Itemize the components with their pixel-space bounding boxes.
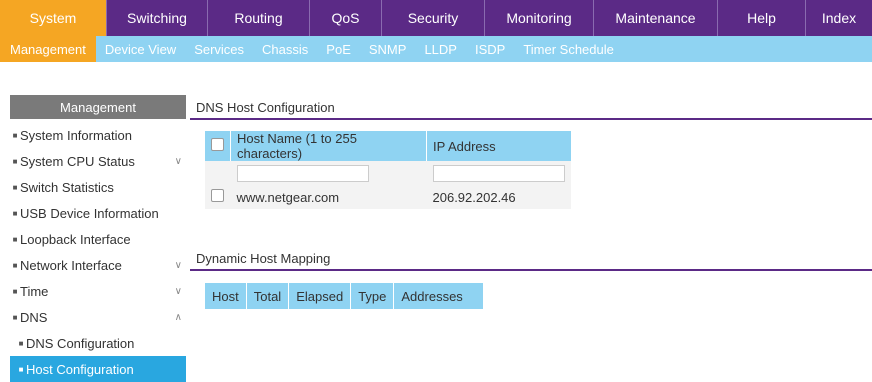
column-header-total: Total (246, 283, 290, 309)
chevron-up-icon[interactable]: ∧ (175, 312, 182, 323)
select-all-cell (205, 131, 231, 161)
tab-index[interactable]: Index (806, 0, 872, 36)
tab-qos[interactable]: QoS (310, 0, 382, 36)
subnav-lldp[interactable]: LLDP (415, 36, 466, 62)
row-checkbox[interactable] (211, 189, 224, 202)
sidebar-item-label: DNS (20, 309, 48, 325)
table-header-row: Host Total Elapsed Type Addresses (205, 283, 483, 309)
sidebar-item-switch-statistics[interactable]: ■ Switch Statistics (10, 174, 186, 200)
chevron-down-icon[interactable]: ∨ (175, 156, 182, 167)
ip-address-input[interactable] (432, 164, 565, 182)
sidebar-title: Management (10, 95, 186, 119)
tab-maintenance[interactable]: Maintenance (594, 0, 718, 36)
sidebar-item-dns[interactable]: ■ DNS ∧ (10, 304, 186, 330)
subnav-timer-schedule[interactable]: Timer Schedule (514, 36, 623, 62)
sidebar-item-label: Switch Statistics (20, 179, 114, 195)
bullet-icon: ■ (18, 338, 24, 348)
bullet-icon: ■ (12, 208, 18, 218)
column-header-host-name: Host Name (1 to 255 characters) (230, 131, 427, 161)
tab-monitoring[interactable]: Monitoring (485, 0, 594, 36)
subnav-management[interactable]: Management (0, 36, 96, 62)
host-name-cell: www.netgear.com (230, 185, 427, 209)
sidebar-item-network-interface[interactable]: ■ Network Interface ∨ (10, 252, 186, 278)
chevron-down-icon[interactable]: ∨ (175, 286, 182, 297)
column-header-host: Host (205, 283, 247, 309)
input-row-checkbox-cell (205, 161, 231, 185)
column-header-ip-address: IP Address (426, 131, 571, 161)
host-name-input-cell (230, 161, 427, 185)
sidebar-item-system-cpu-status[interactable]: ■ System CPU Status ∨ (10, 148, 186, 174)
table-header-row: Host Name (1 to 255 characters) IP Addre… (205, 131, 571, 161)
select-all-checkbox[interactable] (211, 138, 224, 151)
sidebar-item-system-information[interactable]: ■ System Information (10, 122, 186, 148)
subnav-poe[interactable]: PoE (317, 36, 360, 62)
sidebar-item-time[interactable]: ■ Time ∨ (10, 278, 186, 304)
subnav-snmp[interactable]: SNMP (360, 36, 416, 62)
sidebar: Management ■ System Information ■ System… (10, 95, 186, 382)
bullet-icon: ■ (12, 286, 18, 296)
dynamic-host-title: Dynamic Host Mapping (196, 251, 331, 266)
subnav-isdp[interactable]: ISDP (466, 36, 514, 62)
dns-host-title: DNS Host Configuration (196, 100, 335, 115)
sidebar-item-label: Loopback Interface (20, 231, 131, 247)
bullet-icon: ■ (12, 130, 18, 140)
sidebar-item-loopback-interface[interactable]: ■ Loopback Interface (10, 226, 186, 252)
tab-system[interactable]: System (0, 0, 107, 36)
sub-nav: Management Device View Services Chassis … (0, 36, 872, 62)
sidebar-item-host-configuration[interactable]: ■ Host Configuration (10, 356, 186, 382)
subnav-chassis[interactable]: Chassis (253, 36, 317, 62)
input-row (205, 161, 571, 185)
sidebar-item-label: Host Configuration (26, 361, 134, 377)
sidebar-item-usb-device-information[interactable]: ■ USB Device Information (10, 200, 186, 226)
subnav-device-view[interactable]: Device View (96, 36, 185, 62)
bullet-icon: ■ (12, 234, 18, 244)
sidebar-item-label: Network Interface (20, 257, 122, 273)
bullet-icon: ■ (12, 312, 18, 322)
host-name-input[interactable] (236, 164, 369, 182)
bullet-icon: ■ (12, 156, 18, 166)
sidebar-item-dns-configuration[interactable]: ■ DNS Configuration (10, 330, 186, 356)
sidebar-item-label: Time (20, 283, 49, 299)
column-header-elapsed: Elapsed (288, 283, 352, 309)
column-header-addresses: Addresses (393, 283, 483, 309)
tab-routing[interactable]: Routing (208, 0, 310, 36)
sidebar-item-label: USB Device Information (20, 205, 159, 221)
ip-address-cell: 206.92.202.46 (426, 185, 571, 209)
chevron-down-icon[interactable]: ∨ (175, 260, 182, 271)
bullet-icon: ■ (12, 260, 18, 270)
top-nav: System Switching Routing QoS Security Mo… (0, 0, 872, 36)
tab-help[interactable]: Help (718, 0, 806, 36)
subnav-services[interactable]: Services (185, 36, 253, 62)
bullet-icon: ■ (18, 364, 24, 374)
section-divider (190, 118, 872, 120)
tab-security[interactable]: Security (382, 0, 485, 36)
section-divider (190, 269, 872, 271)
sidebar-item-label: System CPU Status (20, 153, 135, 169)
sidebar-item-label: System Information (20, 127, 132, 143)
tab-switching[interactable]: Switching (107, 0, 208, 36)
ip-address-input-cell (426, 161, 571, 185)
dynamic-host-table: Host Total Elapsed Type Addresses (205, 283, 483, 309)
row-checkbox-cell (205, 185, 231, 209)
column-header-type: Type (350, 283, 395, 309)
bullet-icon: ■ (12, 182, 18, 192)
sidebar-item-label: DNS Configuration (26, 335, 135, 351)
table-row: www.netgear.com 206.92.202.46 (205, 185, 571, 209)
dns-host-table: Host Name (1 to 255 characters) IP Addre… (205, 131, 571, 209)
